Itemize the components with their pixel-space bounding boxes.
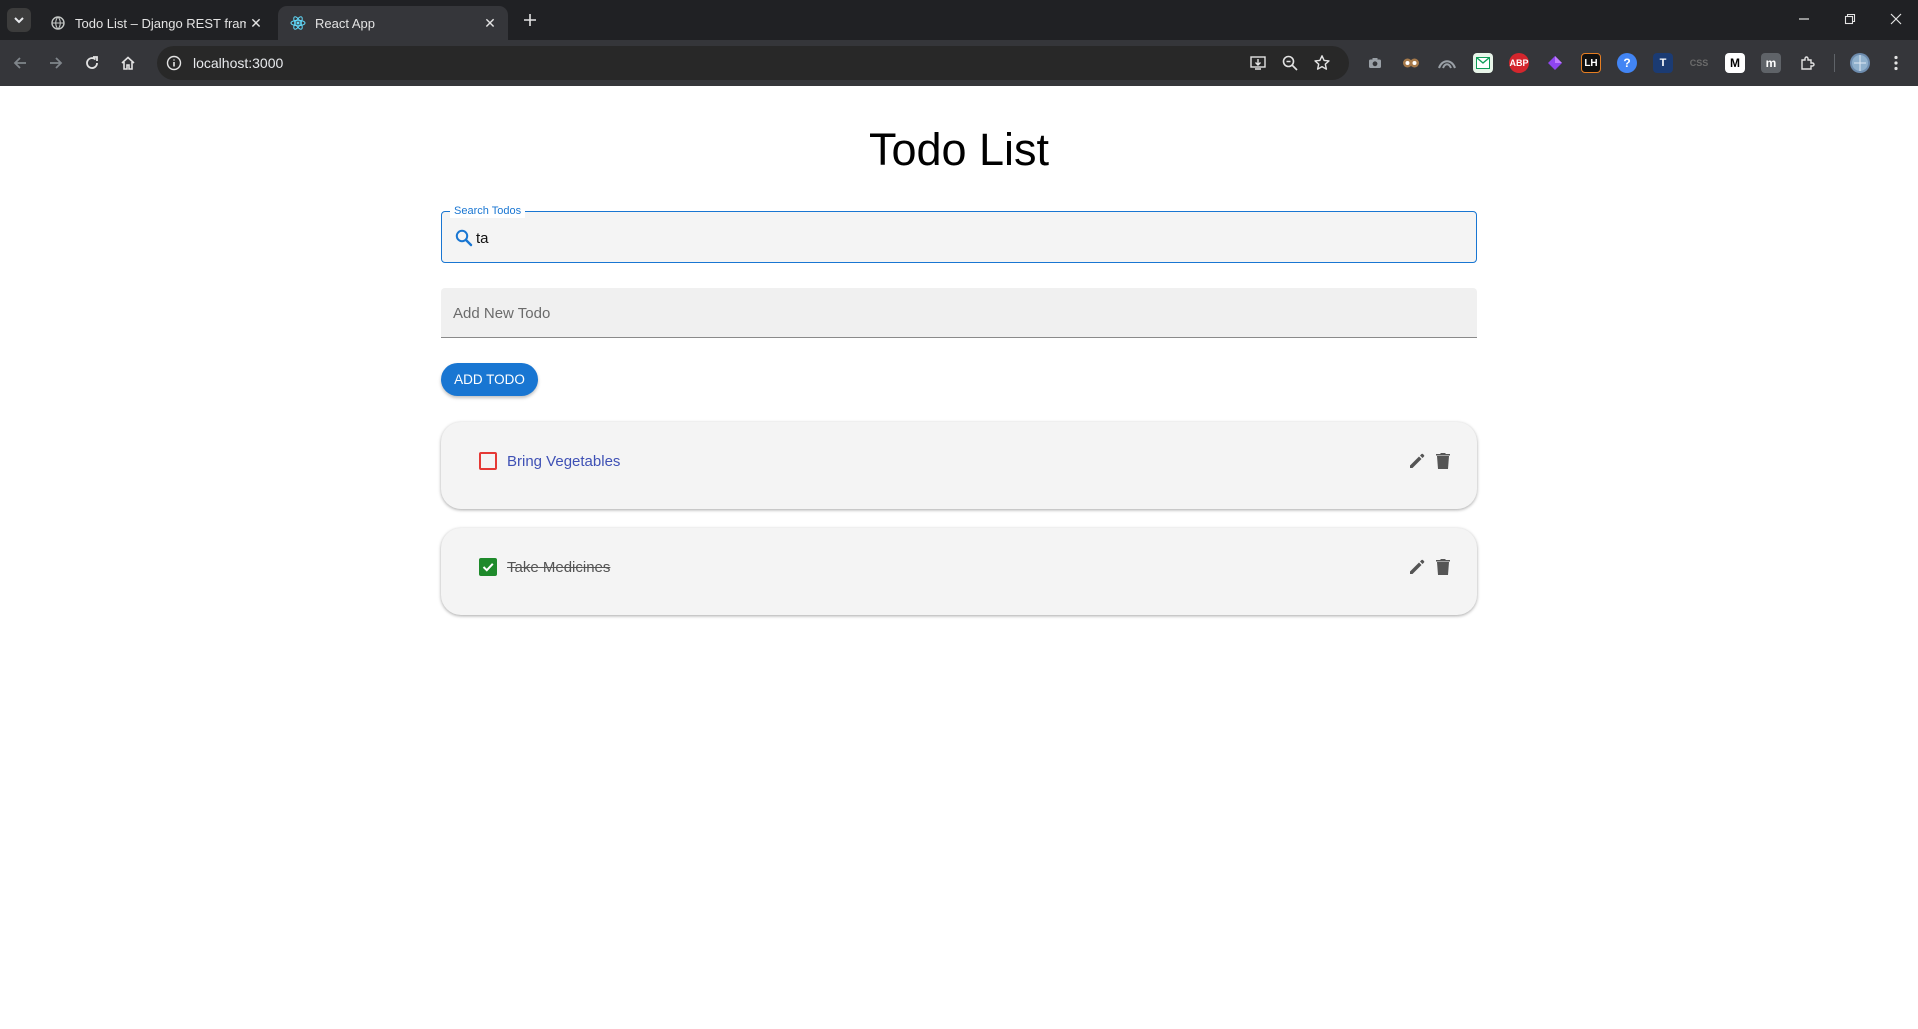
home-button[interactable]: [116, 51, 140, 75]
page-title: Todo List: [868, 124, 1050, 175]
reload-button[interactable]: [80, 51, 104, 75]
back-button[interactable]: [8, 51, 32, 75]
todo-item: Bring Vegetables: [441, 422, 1477, 509]
add-todo-button[interactable]: ADD TODO: [441, 363, 538, 396]
add-todo-input[interactable]: [451, 299, 1455, 327]
bookmark-star-icon[interactable]: [1313, 54, 1331, 72]
puzzle-icon[interactable]: [1797, 53, 1817, 73]
site-info-icon[interactable]: [165, 54, 183, 72]
new-tab-button[interactable]: [518, 8, 542, 32]
address-bar[interactable]: localhost:3000: [157, 46, 1349, 80]
todo-text: Bring Vegetables: [507, 453, 621, 470]
css-extension-icon[interactable]: CSS: [1689, 53, 1709, 73]
medium-icon[interactable]: M: [1725, 53, 1745, 73]
restore-icon: [1844, 13, 1856, 25]
todo-checkbox[interactable]: [479, 558, 497, 576]
tab-title: Todo List – Django REST framew: [75, 15, 246, 31]
browser-toolbar: localhost:3000 ABP LH ? T CSS M m: [0, 40, 1918, 86]
profile-avatar[interactable]: [1850, 53, 1870, 73]
trash-icon[interactable]: [1434, 557, 1452, 577]
search-input[interactable]: [474, 224, 1458, 252]
trash-icon[interactable]: [1434, 451, 1452, 471]
checkmark-icon: [482, 563, 494, 572]
search-icon: [455, 229, 473, 247]
edit-pencil-icon[interactable]: [1407, 557, 1427, 577]
edit-pencil-icon[interactable]: [1407, 451, 1427, 471]
arrow-right-icon: [50, 57, 63, 69]
minimize-button[interactable]: [1786, 6, 1822, 32]
browser-tabstrip: Todo List – Django REST framew ✕ React A…: [0, 0, 1918, 40]
owl-icon[interactable]: [1401, 53, 1421, 73]
search-todos-field[interactable]: Search Todos: [441, 204, 1477, 263]
tab-search-button[interactable]: [7, 8, 31, 32]
url-text: localhost:3000: [193, 55, 284, 71]
adblock-plus-icon[interactable]: ABP: [1509, 53, 1529, 73]
home-icon: [121, 56, 135, 70]
arrow-left-icon: [13, 57, 26, 69]
kebab-menu-icon[interactable]: [1886, 53, 1906, 73]
add-todo-field[interactable]: [441, 288, 1477, 338]
bird-icon[interactable]: [1437, 53, 1457, 73]
close-tab-icon[interactable]: ✕: [246, 13, 266, 33]
close-tab-icon[interactable]: ✕: [480, 13, 500, 33]
chevron-down-icon: [14, 17, 24, 24]
t-extension-icon[interactable]: T: [1653, 53, 1673, 73]
reload-icon: [86, 56, 98, 69]
purple-gem-icon[interactable]: [1545, 53, 1565, 73]
tab-title: React App: [315, 15, 375, 31]
toolbar-divider: [1834, 54, 1835, 72]
m-extension-icon[interactable]: m: [1761, 53, 1781, 73]
forward-button[interactable]: [44, 51, 68, 75]
globe-icon: [50, 15, 66, 31]
restore-button[interactable]: [1832, 6, 1868, 32]
todo-text: Take Medicines: [507, 559, 611, 576]
close-window-button[interactable]: [1878, 6, 1914, 32]
search-todos-label: Search Todos: [450, 204, 526, 218]
camera-icon[interactable]: [1365, 53, 1385, 73]
green-mail-icon[interactable]: [1473, 53, 1493, 73]
plus-icon: [524, 14, 536, 26]
minimize-icon: [1799, 18, 1809, 20]
tab-react-app[interactable]: React App ✕: [278, 6, 508, 40]
todo-item: Take Medicines: [441, 528, 1477, 615]
todo-checkbox[interactable]: [479, 452, 497, 470]
question-icon[interactable]: ?: [1617, 53, 1637, 73]
close-icon: [1890, 13, 1902, 25]
react-logo-icon: [290, 15, 306, 31]
lighthouse-icon[interactable]: LH: [1581, 53, 1601, 73]
zoom-icon[interactable]: [1281, 54, 1299, 72]
install-app-icon[interactable]: [1249, 54, 1267, 72]
tab-django[interactable]: Todo List – Django REST framew ✕: [38, 6, 274, 40]
